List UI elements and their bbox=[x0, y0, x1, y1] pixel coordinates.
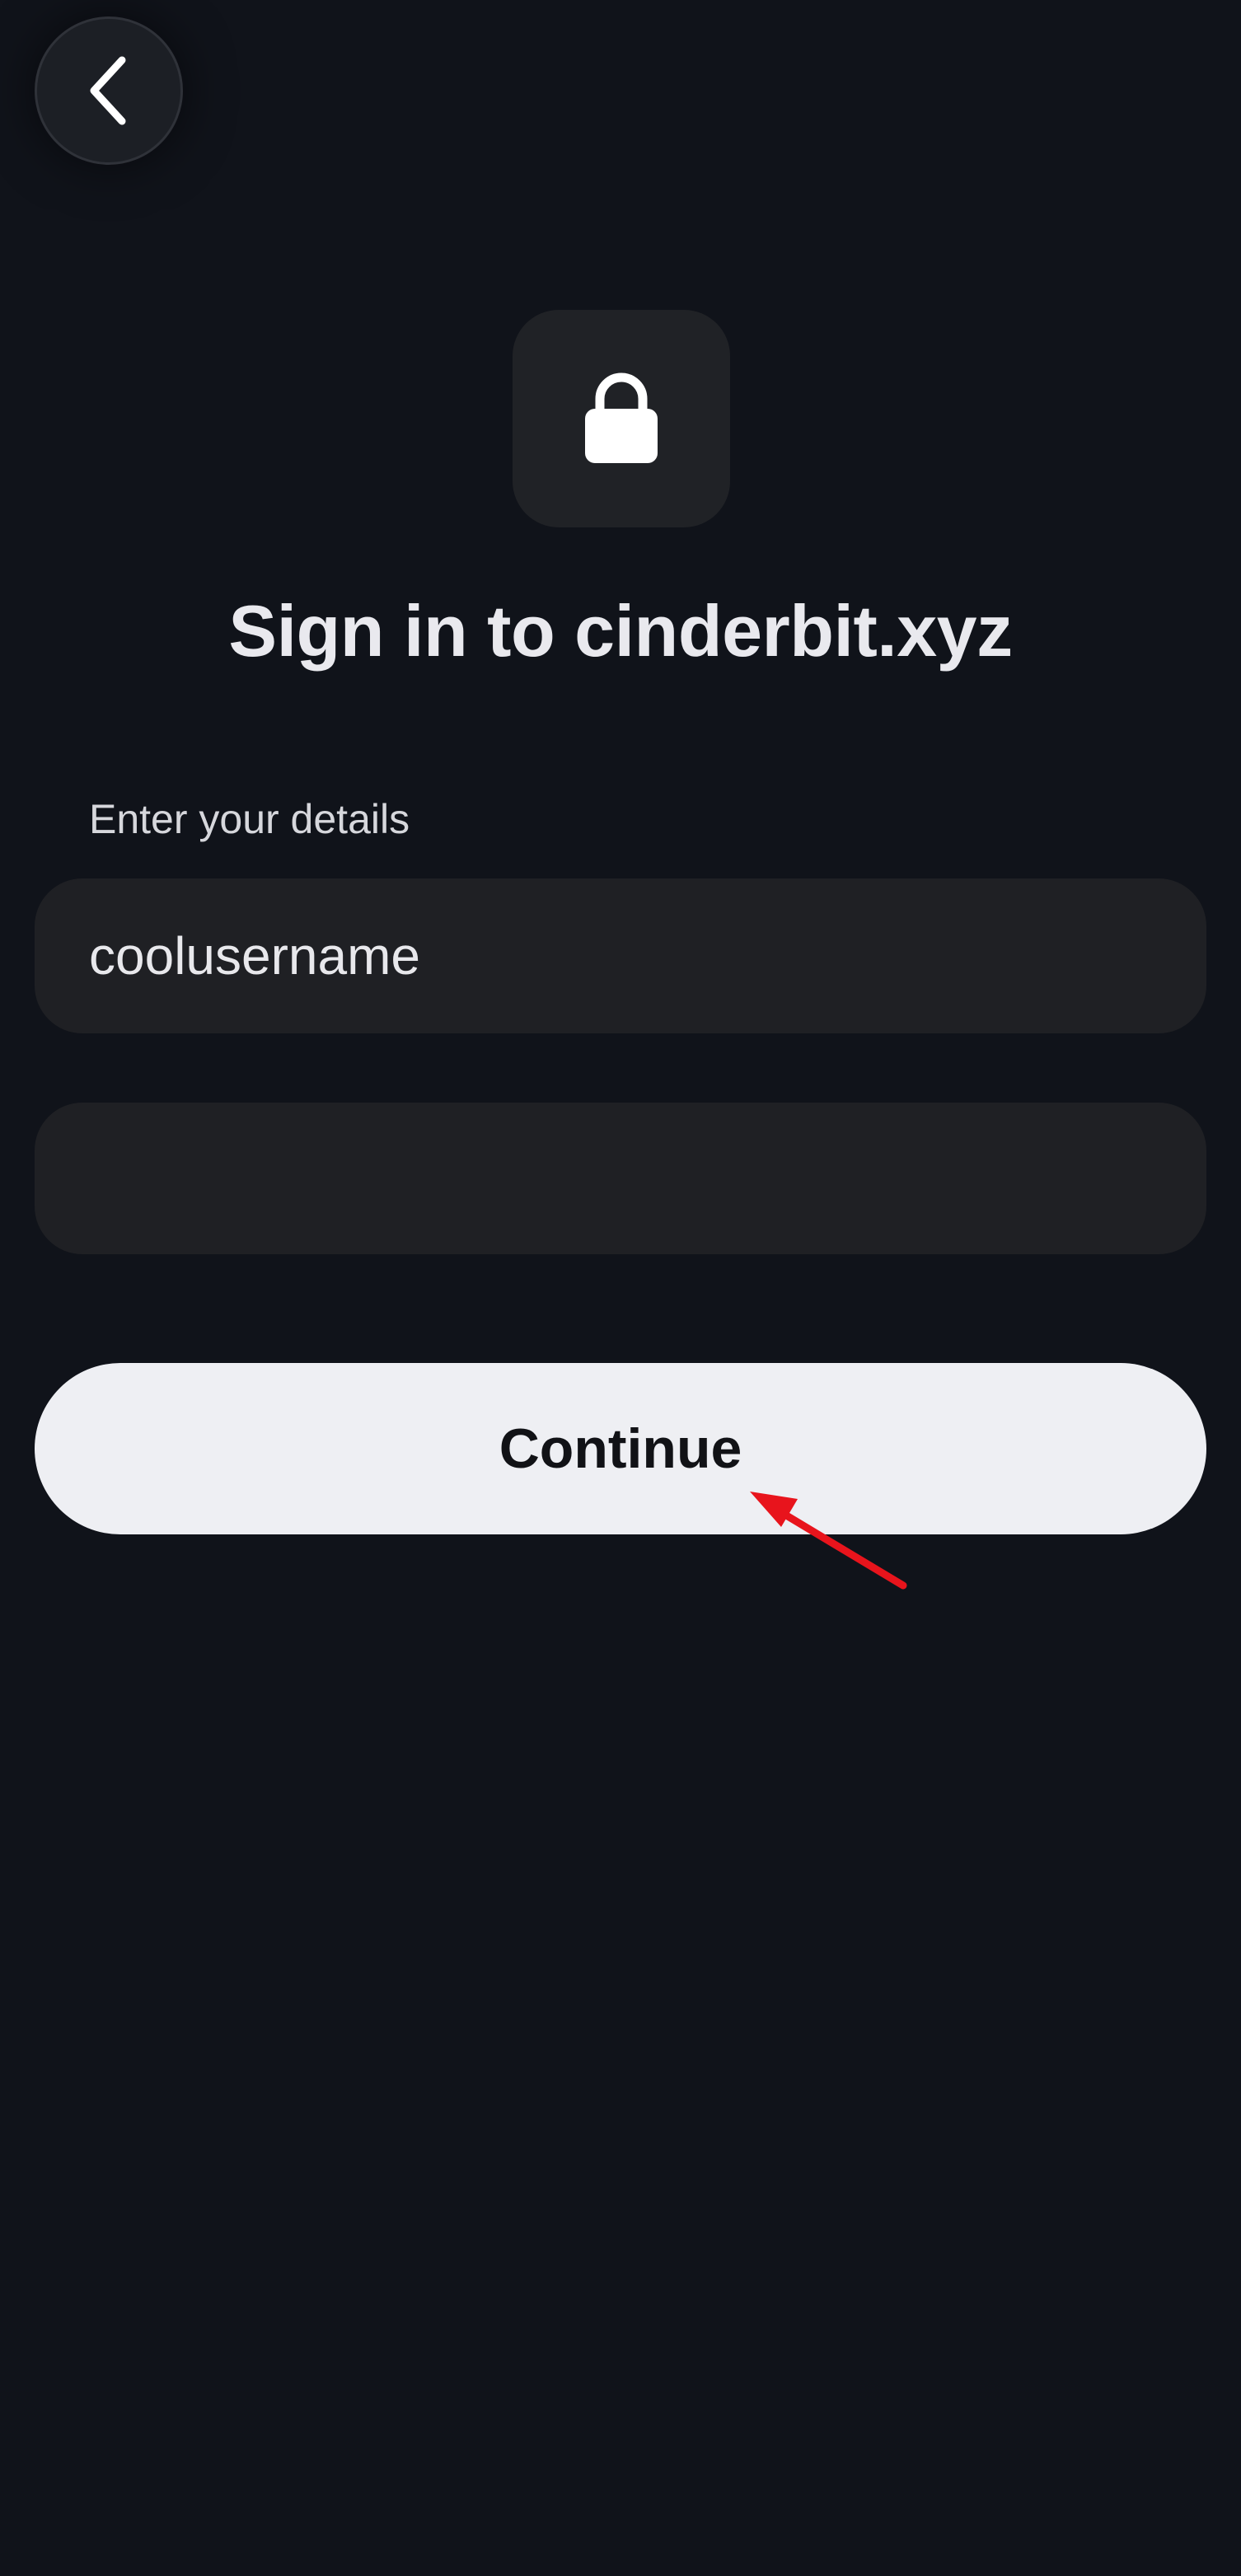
back-button[interactable] bbox=[35, 16, 183, 165]
username-field[interactable] bbox=[35, 878, 1206, 1033]
lock-tile bbox=[513, 310, 730, 527]
form-label: Enter your details bbox=[89, 796, 410, 842]
continue-button[interactable]: Continue bbox=[35, 1363, 1206, 1534]
page-title: Sign in to cinderbit.xyz bbox=[228, 590, 1013, 672]
chevron-left-icon bbox=[84, 54, 133, 128]
password-field[interactable] bbox=[35, 1103, 1206, 1254]
lock-icon bbox=[582, 368, 661, 471]
